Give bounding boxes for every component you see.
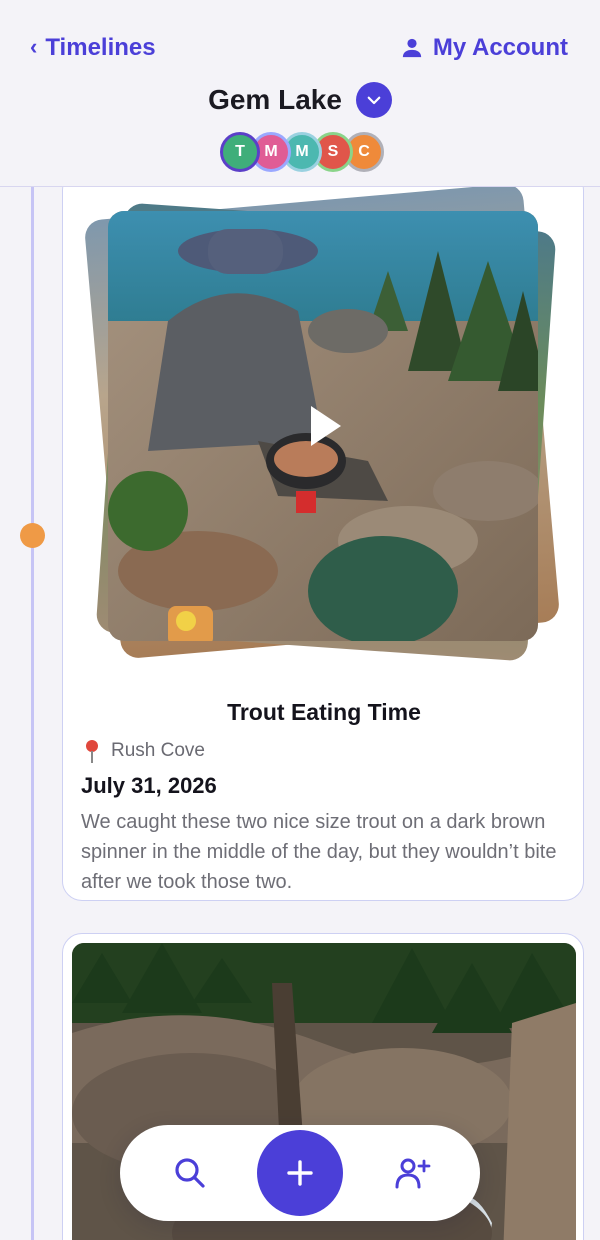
timeline-entry-card[interactable]: Trout Eating Time Rush Cove July 31, 202… <box>62 170 584 901</box>
entry-date: July 31, 2026 <box>81 773 217 798</box>
location-label: Rush Cove <box>111 740 205 761</box>
page-title: Gem Lake <box>208 84 342 115</box>
play-icon[interactable] <box>293 396 353 456</box>
search-icon[interactable] <box>170 1153 210 1193</box>
timeline-dot <box>20 523 45 548</box>
map-pin-icon <box>86 740 98 763</box>
back-to-timelines-link[interactable]: ‹ Timelines <box>30 34 156 62</box>
timeline-switch-button[interactable] <box>355 82 392 118</box>
add-entry-button[interactable] <box>257 1130 343 1216</box>
bottom-action-bar <box>120 1125 480 1221</box>
entry-description: We caught these two nice size trout on a… <box>81 811 557 893</box>
my-account-link[interactable]: My Account <box>401 34 568 62</box>
header: ‹ Timelines My Account Gem Lake TMMSC <box>0 0 600 187</box>
chevron-left-icon: ‹ <box>30 34 38 59</box>
entry-title: Trout Eating Time <box>227 699 421 725</box>
timeline-title-row: Gem Lake <box>0 82 600 118</box>
account-label: My Account <box>432 34 568 61</box>
member-avatars[interactable]: TMMSC <box>220 132 390 172</box>
member-avatar[interactable]: T <box>220 132 260 172</box>
timeline-line <box>31 187 34 1240</box>
add-user-icon[interactable] <box>392 1153 432 1193</box>
photo-stack[interactable] <box>83 182 561 662</box>
entry-video-thumbnail[interactable] <box>108 211 538 641</box>
user-icon <box>402 38 422 58</box>
chevron-down-icon <box>367 96 381 105</box>
entry-location: Rush Cove <box>83 739 205 763</box>
back-label: Timelines <box>45 34 156 61</box>
plus-icon <box>287 1160 313 1186</box>
